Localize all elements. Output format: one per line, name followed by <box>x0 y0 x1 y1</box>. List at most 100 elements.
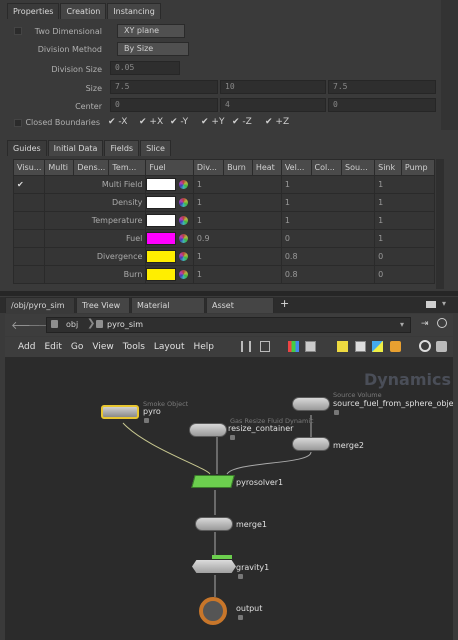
color-palette-icon[interactable] <box>288 341 299 352</box>
value-cell[interactable]: 1 <box>280 211 376 230</box>
col-pump[interactable]: Pump <box>400 159 436 176</box>
node-source-volume[interactable] <box>292 397 330 411</box>
size-x-field[interactable]: 7.5 <box>110 80 218 94</box>
swatch-cell[interactable] <box>145 229 194 248</box>
tab-fields[interactable]: Fields <box>104 140 140 156</box>
tab-initial-data[interactable]: Initial Data <box>47 140 104 156</box>
search-icon[interactable] <box>419 340 431 352</box>
menu-edit[interactable]: Edit <box>44 342 61 352</box>
add-tab-icon[interactable]: + <box>280 297 289 310</box>
layout-icon[interactable] <box>241 341 251 352</box>
boundary-plus-z-toggle[interactable]: ✔ +Z <box>265 117 289 127</box>
menu-layout[interactable]: Layout <box>154 342 185 352</box>
network-box-icon[interactable] <box>355 341 366 352</box>
center-x-field[interactable]: 0 <box>110 98 218 112</box>
background-image-icon[interactable] <box>390 341 401 352</box>
table-scrollbar[interactable] <box>436 159 444 289</box>
value-cell[interactable]: 1 <box>192 265 282 284</box>
col-divergence[interactable]: Div... <box>192 159 225 176</box>
value-cell[interactable]: 1 <box>280 193 376 212</box>
swatch-cell[interactable] <box>145 211 194 230</box>
color-swatch[interactable] <box>146 214 177 227</box>
tab-instancing[interactable]: Instancing <box>107 3 161 19</box>
size-y-field[interactable]: 10 <box>220 80 326 94</box>
tab-guides[interactable]: Guides <box>7 140 47 156</box>
visualize-check[interactable] <box>12 211 46 230</box>
color-swatch[interactable] <box>146 232 177 245</box>
value-cell[interactable]: 1 <box>192 247 282 266</box>
node-resize-label[interactable]: resize_container <box>228 424 293 433</box>
table-row[interactable]: Divergence 1 0.8 0 <box>12 247 435 266</box>
node-resize-container[interactable] <box>189 423 227 437</box>
visualize-check[interactable] <box>12 265 46 284</box>
boundary-minus-y-toggle[interactable]: ✔ -Y <box>170 117 188 127</box>
pane-menu-icon[interactable] <box>426 301 436 308</box>
table-row[interactable]: Fuel 0.9 0 1 <box>12 229 435 248</box>
path-obj[interactable]: obj <box>66 320 78 329</box>
col-visualize[interactable]: Visu... <box>12 159 46 176</box>
col-heat[interactable]: Heat <box>251 159 282 176</box>
boundary-minus-z-toggle[interactable]: ✔ -Z <box>232 117 252 127</box>
value-cell[interactable]: 0.8 <box>280 265 376 284</box>
col-multi[interactable]: Multi <box>44 159 75 176</box>
col-collision[interactable]: Col... <box>310 159 343 176</box>
tab-network-view[interactable]: /obj/pyro_sim ▾ <box>5 297 75 326</box>
value-cell[interactable]: 1 <box>374 175 435 194</box>
color-swatch[interactable] <box>146 250 177 263</box>
boundary-minus-x-toggle[interactable]: ✔ -X <box>108 117 127 127</box>
node-gravity-label[interactable]: gravity1 <box>236 563 269 572</box>
col-burn[interactable]: Burn <box>223 159 253 176</box>
node-merge1-label[interactable]: merge1 <box>236 520 267 529</box>
value-cell[interactable]: 0 <box>374 247 435 266</box>
color-swatch[interactable] <box>146 196 177 209</box>
color-wheel-icon[interactable] <box>178 252 188 261</box>
col-source[interactable]: Sou... <box>341 159 376 176</box>
sticky-note-icon[interactable] <box>337 341 348 352</box>
swatch-cell[interactable] <box>145 175 194 194</box>
node-pyro[interactable] <box>101 405 139 419</box>
division-size-field[interactable]: 0.05 <box>110 61 180 75</box>
table-row[interactable]: Burn 1 0.8 0 <box>12 265 435 284</box>
visualize-check[interactable] <box>12 193 46 212</box>
value-cell[interactable]: 1 <box>374 211 435 230</box>
col-density[interactable]: Dens... <box>73 159 110 176</box>
color-wheel-icon[interactable] <box>178 180 188 189</box>
table-row[interactable]: ✔ Multi Field 1 1 1 <box>12 175 435 194</box>
node-gravity[interactable] <box>192 560 236 573</box>
tab-material-palette[interactable]: Material Palette ▾ <box>131 297 205 326</box>
tree-layout-icon[interactable] <box>260 341 270 352</box>
value-cell[interactable]: 1 <box>374 193 435 212</box>
network-editor[interactable]: Dynamics Smoke Object pyro Gas Resize Fl… <box>5 357 453 640</box>
color-swatch[interactable] <box>146 178 177 191</box>
boundary-plus-x-toggle[interactable]: ✔ +X <box>139 117 163 127</box>
menu-add[interactable]: Add <box>18 342 35 352</box>
menu-help[interactable]: Help <box>194 342 215 352</box>
node-output[interactable] <box>199 597 227 625</box>
menu-view[interactable]: View <box>92 342 113 352</box>
division-method-dropdown[interactable]: By Size <box>117 42 189 56</box>
path-current[interactable]: pyro_sim <box>107 320 143 329</box>
col-sink[interactable]: Sink <box>374 159 402 176</box>
node-merge1[interactable] <box>195 517 233 531</box>
color-wheel-icon[interactable] <box>178 234 188 243</box>
table-row[interactable]: Density 1 1 1 <box>12 193 435 212</box>
color-wheel-icon[interactable] <box>178 198 188 207</box>
value-cell[interactable]: 1 <box>192 193 282 212</box>
node-pyro-label[interactable]: pyro <box>143 407 161 416</box>
value-cell[interactable]: 0 <box>280 229 376 248</box>
pin-icon[interactable]: ⇥ <box>421 319 429 329</box>
image-icon[interactable] <box>372 341 383 352</box>
value-cell[interactable]: 1 <box>192 175 282 194</box>
color-swatch[interactable] <box>146 268 177 281</box>
center-z-field[interactable]: 0 <box>328 98 436 112</box>
value-cell[interactable]: 0.8 <box>280 247 376 266</box>
value-cell[interactable]: 1 <box>374 229 435 248</box>
menu-tools[interactable]: Tools <box>123 342 145 352</box>
col-velocity[interactable]: Vel... <box>280 159 312 176</box>
swatch-cell[interactable] <box>145 265 194 284</box>
path-dropdown-icon[interactable]: ▾ <box>400 320 404 329</box>
two-dimensional-dropdown[interactable]: XY plane <box>117 24 185 38</box>
boundary-plus-y-toggle[interactable]: ✔ +Y <box>201 117 224 127</box>
swatch-cell[interactable] <box>145 193 194 212</box>
value-cell[interactable]: 0.9 <box>192 229 282 248</box>
